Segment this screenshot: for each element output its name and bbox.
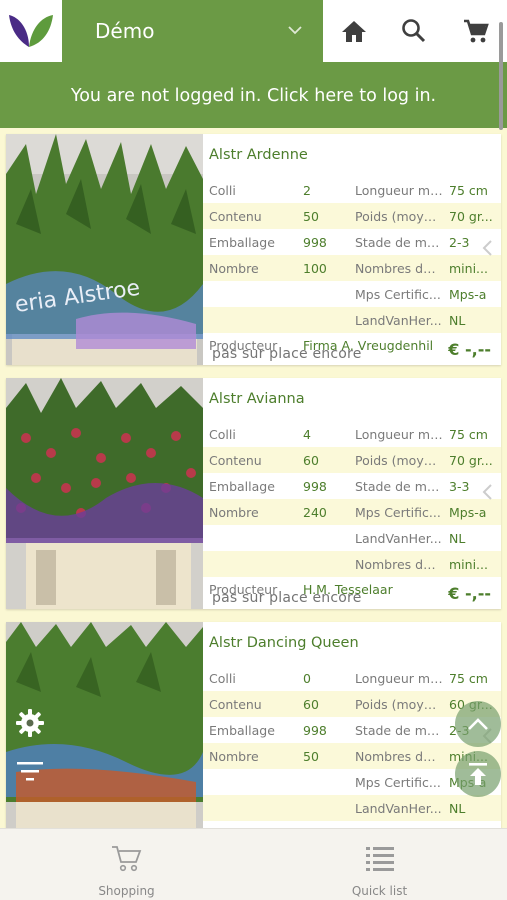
cart-icon[interactable] bbox=[461, 16, 491, 46]
leaf-logo-icon[interactable] bbox=[0, 0, 62, 62]
chevron-left-icon[interactable] bbox=[481, 483, 493, 501]
product-title[interactable]: Alstr Avianna bbox=[209, 391, 305, 407]
price: € -,-- bbox=[448, 340, 491, 359]
spec-row: Colli 4 Longueur mi... 75 cm bbox=[209, 427, 488, 442]
spec-row: Colli 0 Longueur mi... 75 cm bbox=[209, 671, 488, 686]
tab-label: Shopping bbox=[98, 884, 155, 898]
product-photo: eria Alstroe bbox=[6, 134, 203, 365]
scroll-to-top-icon[interactable] bbox=[455, 751, 501, 797]
tab-shopping[interactable]: Shopping bbox=[0, 829, 253, 900]
spec-row: Contenu 60 Poids (moyen) 70 gr... bbox=[203, 447, 501, 473]
filter-icon[interactable] bbox=[7, 748, 53, 794]
spec-row: LandVanHer... NL bbox=[355, 531, 466, 546]
spec-row: Nombres de ... mini... bbox=[203, 551, 501, 577]
chevron-left-icon[interactable] bbox=[481, 239, 493, 257]
spec-row: Emballage998Stade de ma...2-3 bbox=[209, 235, 470, 250]
bottom-navigation: Shopping Quick list bbox=[0, 828, 507, 900]
shop-name: Démo bbox=[95, 19, 155, 43]
search-icon[interactable] bbox=[399, 16, 429, 46]
product-card[interactable]: eria Alstroe Alstr Ardenne Colli 2 Longueu… bbox=[6, 134, 501, 365]
product-list: eria Alstroe Alstr Ardenne Colli 2 Longueu… bbox=[0, 128, 507, 828]
spec-row: LandVanHer... NL bbox=[203, 307, 501, 333]
chevron-up-icon[interactable] bbox=[455, 701, 501, 747]
top-bar: Démo bbox=[0, 0, 507, 62]
spec-row: Mps Certific...Mps-a bbox=[355, 287, 487, 302]
spec-row: Nombre 100 Nombres de ... mini... bbox=[203, 255, 501, 281]
product-title[interactable]: Alstr Ardenne bbox=[209, 147, 308, 163]
gear-icon[interactable] bbox=[7, 700, 53, 746]
price: € -,-- bbox=[448, 584, 491, 603]
product-card[interactable]: Alstr Dancing Queen Colli 0 Longueur mi...… bbox=[6, 622, 501, 828]
product-title[interactable]: Alstr Dancing Queen bbox=[209, 635, 359, 651]
login-message: You are not logged in. Click here to log… bbox=[70, 86, 437, 106]
availability-overlay: pas sur place encore bbox=[212, 346, 362, 362]
shop-selector[interactable]: Démo bbox=[62, 0, 323, 62]
spec-row: LandVanHer... NL bbox=[203, 795, 501, 821]
chevron-down-icon bbox=[288, 26, 302, 35]
product-photo bbox=[6, 378, 203, 609]
spec-row: Colli 2 Longueur mi... 75 cm bbox=[209, 183, 488, 198]
spec-row: Emballage 998 Stade de ma... 3-3 bbox=[209, 479, 470, 494]
home-icon[interactable] bbox=[339, 16, 369, 46]
availability-overlay: pas sur place encore bbox=[212, 590, 362, 606]
product-card[interactable]: Alstr Avianna Colli 4 Longueur mi... 75 cm … bbox=[6, 378, 501, 609]
login-banner[interactable]: You are not logged in. Click here to log… bbox=[0, 62, 507, 128]
tab-quick-list[interactable]: Quick list bbox=[253, 829, 506, 900]
spec-row: Contenu 50 Poids (moyen) 70 gr... bbox=[203, 203, 501, 229]
scrollbar[interactable] bbox=[499, 22, 503, 130]
list-icon bbox=[365, 847, 394, 871]
tab-label: Quick list bbox=[351, 884, 408, 898]
spec-row: Nombre 240 Mps Certific... Mps-a bbox=[203, 499, 501, 525]
cart-icon bbox=[111, 846, 141, 872]
